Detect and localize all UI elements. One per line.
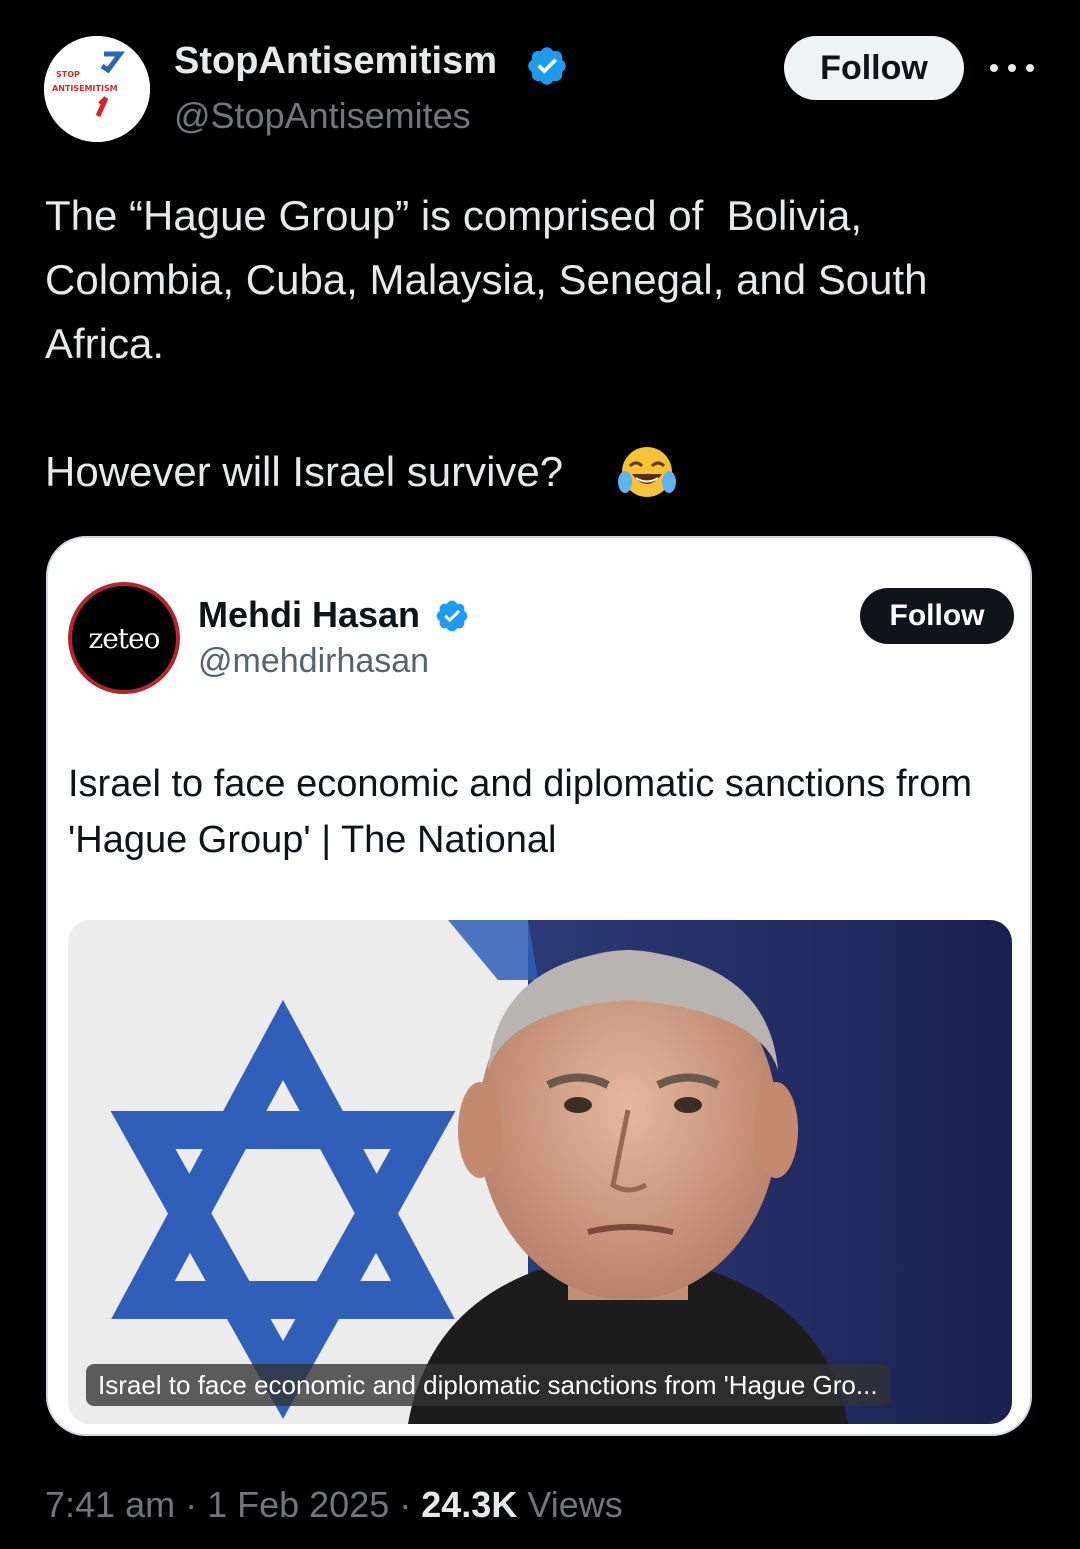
tweet-metadata: 7:41 am · 1 Feb 2025 · 24.3K Views — [45, 1484, 623, 1526]
separator-dot: · — [185, 1484, 208, 1525]
zeteo-logo-text: zeteo — [88, 621, 160, 655]
tweet-text: The “Hague Group” is comprised of Bolivi… — [45, 192, 937, 367]
follow-button[interactable]: Follow — [784, 36, 964, 100]
quoted-author-avatar[interactable]: zeteo — [68, 582, 180, 694]
stop-antisemitism-logo: STOP ANTISEMITISM — [44, 36, 150, 142]
quoted-author-display-name[interactable]: Mehdi Hasan — [198, 594, 420, 636]
tweet-time[interactable]: 7:41 am — [45, 1484, 175, 1525]
verified-badge-icon — [528, 47, 566, 85]
author-avatar[interactable]: STOP ANTISEMITISM — [44, 36, 150, 142]
face-with-tears-of-joy-icon — [618, 447, 676, 497]
tweet-date[interactable]: 1 Feb 2025 — [207, 1484, 389, 1525]
avatar-logo-text-bottom: ANTISEMITISM — [52, 84, 118, 93]
quoted-link-preview-image[interactable] — [68, 920, 1012, 1424]
author-display-name[interactable]: StopAntisemitism — [174, 40, 497, 83]
avatar-logo-text-top: STOP — [56, 70, 80, 79]
quoted-follow-button[interactable]: Follow — [860, 588, 1014, 644]
views-count[interactable]: 24.3K — [421, 1484, 517, 1525]
quoted-tweet-card[interactable]: zeteo Mehdi Hasan @mehdirhasan Follow Is… — [46, 536, 1032, 1436]
more-options-icon[interactable] — [990, 56, 1034, 80]
quoted-author-handle[interactable]: @mehdirhasan — [198, 642, 429, 681]
link-preview-caption: Israel to face economic and diplomatic s… — [86, 1364, 890, 1406]
quoted-tweet-text: Israel to face economic and diplomatic s… — [68, 763, 972, 861]
separator-dot: · — [399, 1484, 422, 1525]
views-label: Views — [527, 1484, 623, 1525]
author-handle[interactable]: @StopAntisemites — [174, 95, 471, 137]
news-photo — [68, 920, 1012, 1424]
tweet-text-second-paragraph: However will Israel survive? — [45, 448, 564, 495]
quoted-verified-badge-icon — [436, 600, 468, 632]
